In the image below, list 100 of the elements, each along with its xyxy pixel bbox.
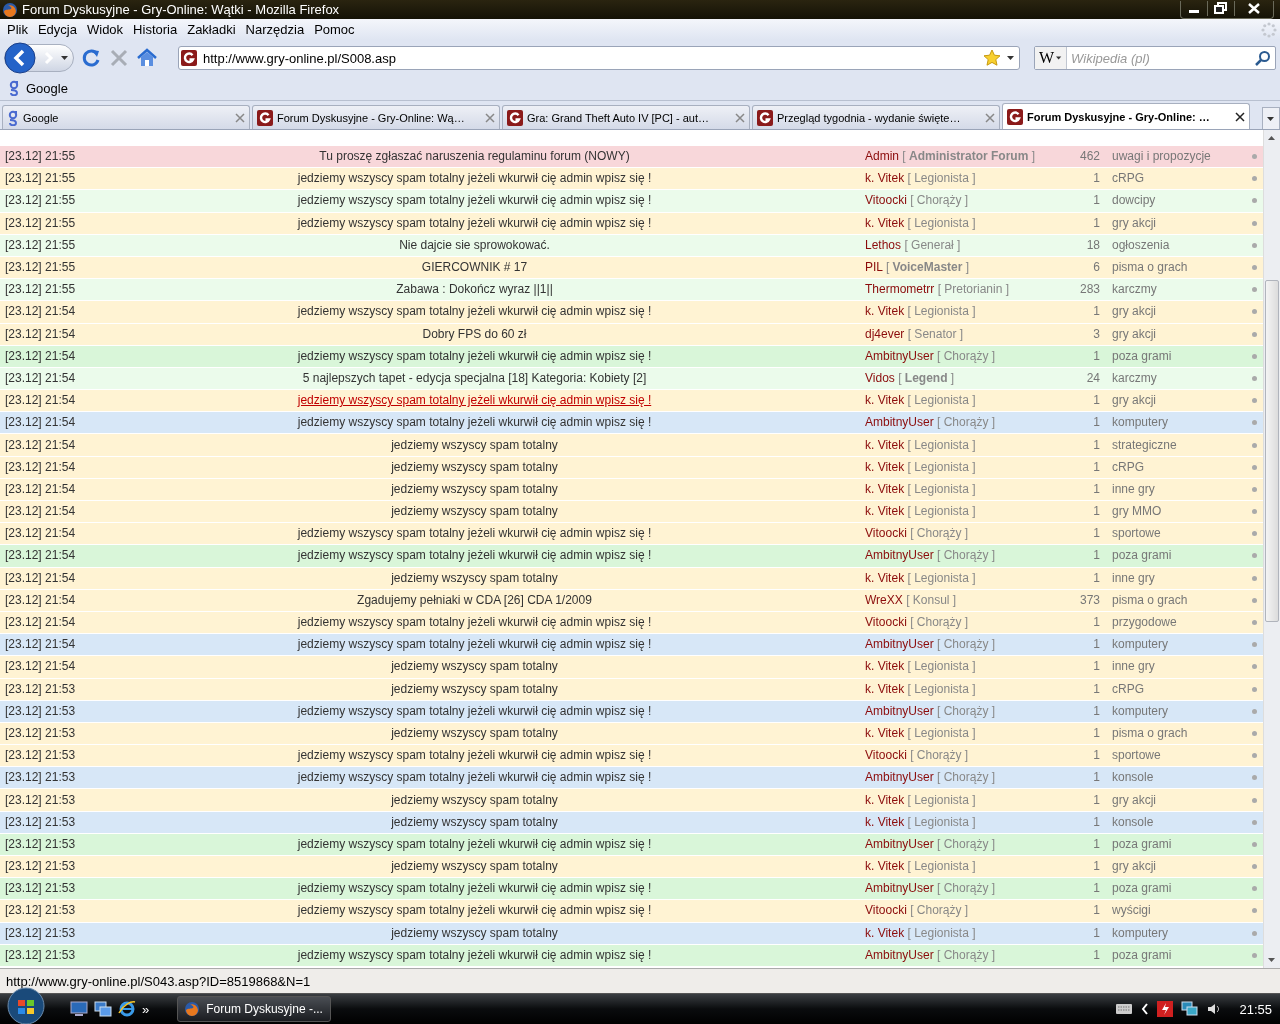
- thread-title-link[interactable]: jedziemy wszyscy spam totalny jeżeli wkurwił cię admin wpisz się !: [297, 392, 652, 410]
- thread-row[interactable]: [23.12] 21:54 jedziemy wszyscy spam totalny k. Vitek [ Legionista ] 1 inne gry: [0, 567, 1263, 589]
- forum-category[interactable]: karczmy: [1100, 369, 1245, 387]
- thread-row[interactable]: [23.12] 21:53 jedziemy wszyscy spam totalny jeżeli wkurwił cię admin wpisz się ! AmbitnyUser [ Chorąży ] 1 konsole: [0, 767, 1263, 789]
- forum-category[interactable]: gry akcji: [1100, 392, 1245, 410]
- forum-category[interactable]: poza grami: [1100, 835, 1245, 853]
- forum-category[interactable]: wyścigi: [1100, 902, 1245, 920]
- tab-list-button[interactable]: [1262, 107, 1280, 129]
- forum-category[interactable]: komputery: [1100, 414, 1245, 432]
- author-link[interactable]: WreXX: [865, 592, 903, 607]
- forum-category[interactable]: komputery: [1100, 702, 1245, 720]
- author-link[interactable]: Admin: [865, 149, 899, 164]
- forum-category[interactable]: gry akcji: [1100, 791, 1245, 809]
- thread-row[interactable]: [23.12] 21:55 GIERCOWNIK # 17 PIL [ VoiceMaster ] 6 pisma o grach: [0, 256, 1263, 279]
- author-link[interactable]: k. Vitek: [865, 925, 905, 940]
- author-link[interactable]: k. Vitek: [865, 504, 905, 519]
- thread-title-link[interactable]: jedziemy wszyscy spam totalny: [391, 436, 558, 454]
- thread-title-link[interactable]: Nie dajcie sie sprowokować.: [399, 236, 550, 254]
- thread-row[interactable]: [23.12] 21:54 5 najlepszych tapet - edycja specjalna [18] Kategoria: Kobiety [2] Vidos [ Legend ] 24 karczmy: [0, 367, 1263, 390]
- thread-title-link[interactable]: jedziemy wszyscy spam totalny: [391, 924, 558, 942]
- thread-title-link[interactable]: jedziemy wszyscy spam totalny jeżeli wkurwił cię admin wpisz się !: [297, 702, 652, 720]
- author-link[interactable]: k. Vitek: [865, 792, 905, 807]
- author-link[interactable]: k. Vitek: [865, 481, 905, 496]
- thread-row[interactable]: [23.12] 21:54 jedziemy wszyscy spam totalny k. Vitek [ Legionista ] 1 gry MMO: [0, 501, 1263, 523]
- menu-item[interactable]: Edycja: [32, 20, 82, 39]
- thread-row[interactable]: [23.12] 21:53 jedziemy wszyscy spam totalny jeżeli wkurwił cię admin wpisz się ! AmbitnyUser [ Chorąży ] 1 poza grami: [0, 878, 1263, 900]
- close-icon[interactable]: [1235, 111, 1245, 122]
- more-button[interactable]: »: [142, 1001, 150, 1017]
- menu-item[interactable]: Historia: [128, 20, 183, 39]
- author-link[interactable]: k. Vitek: [865, 570, 905, 585]
- home-icon[interactable]: [136, 47, 158, 69]
- thread-title-link[interactable]: jedziemy wszyscy spam totalny jeżeli wkurwił cię admin wpisz się !: [297, 192, 652, 210]
- author-link[interactable]: Vitoocki: [865, 748, 907, 763]
- forum-category[interactable]: cRPG: [1100, 680, 1245, 698]
- thread-title-link[interactable]: jedziemy wszyscy spam totalny jeżeli wkurwił cię admin wpisz się !: [297, 946, 652, 964]
- thread-row[interactable]: [23.12] 21:54 jedziemy wszyscy spam totalny jeżeli wkurwił cię admin wpisz się ! AmbitnyUser [ Chorąży ] 1 komputery: [0, 634, 1263, 656]
- thread-row[interactable]: [23.12] 21:55 jedziemy wszyscy spam totalny jeżeli wkurwił cię admin wpisz się ! k. Vitek [ Legionista ] 1 gry akcji: [0, 212, 1263, 234]
- dropdown-icon[interactable]: [1267, 114, 1275, 123]
- author-link[interactable]: PIL: [865, 260, 883, 275]
- forum-category[interactable]: dowcipy: [1100, 192, 1245, 210]
- author-link[interactable]: Lethos: [865, 237, 902, 252]
- thread-row[interactable]: [23.12] 21:54 jedziemy wszyscy spam totalny jeżeli wkurwił cię admin wpisz się ! k. Vitek [ Legionista ] 1 gry akcji: [0, 301, 1263, 323]
- thread-title-link[interactable]: jedziemy wszyscy spam totalny jeżeli wkurwił cię admin wpisz się !: [297, 214, 652, 232]
- forum-category[interactable]: strategiczne: [1100, 436, 1245, 454]
- author-link[interactable]: AmbitnyUser: [865, 637, 934, 652]
- forum-category[interactable]: cRPG: [1100, 458, 1245, 476]
- taskbar-window-button[interactable]: Forum Dyskusyjne -...: [177, 996, 332, 1022]
- thread-row[interactable]: [23.12] 21:55 Tu proszę zgłaszać naruszenia regulaminu forum (NOWY) Admin [ Administrator Forum ] 462 uwagi i propozycje: [0, 146, 1263, 168]
- forum-category[interactable]: sportowe: [1100, 747, 1245, 765]
- thread-title-link[interactable]: jedziemy wszyscy spam totalny jeżeli wkurwił cię admin wpisz się !: [297, 902, 652, 920]
- author-link[interactable]: k. Vitek: [865, 659, 905, 674]
- browser-tab[interactable]: Gra: Grand Theft Auto IV [PC] - aut…: [502, 105, 750, 129]
- author-link[interactable]: AmbitnyUser: [865, 348, 934, 363]
- thread-title-link[interactable]: jedziemy wszyscy spam totalny jeżeli wkurwił cię admin wpisz się !: [297, 347, 652, 365]
- forum-category[interactable]: poza grami: [1100, 946, 1245, 964]
- thread-row[interactable]: [23.12] 21:54 jedziemy wszyscy spam totalny jeżeli wkurwił cię admin wpisz się ! Vitoocki [ Chorąży ] 1 przygodowe: [0, 611, 1263, 634]
- thread-title-link[interactable]: jedziemy wszyscy spam totalny: [391, 858, 558, 876]
- forum-category[interactable]: inne gry: [1100, 658, 1245, 676]
- thread-row[interactable]: [23.12] 21:53 jedziemy wszyscy spam totalny jeżeli wkurwił cię admin wpisz się ! AmbitnyUser [ Chorąży ] 1 poza grami: [0, 944, 1263, 966]
- thread-row[interactable]: [23.12] 21:53 jedziemy wszyscy spam totalny jeżeli wkurwił cię admin wpisz się ! Vitoocki [ Chorąży ] 1 sportowe: [0, 745, 1263, 767]
- thread-row[interactable]: [23.12] 21:53 jedziemy wszyscy spam totalny jeżeli wkurwił cię admin wpisz się ! AmbitnyUser [ Chorąży ] 1 poza grami: [0, 833, 1263, 855]
- internet-explorer-icon[interactable]: [118, 1000, 136, 1018]
- forum-category[interactable]: inne gry: [1100, 569, 1245, 587]
- thread-title-link[interactable]: jedziemy wszyscy spam totalny: [391, 480, 558, 498]
- forum-category[interactable]: pisma o grach: [1100, 591, 1245, 609]
- thread-row[interactable]: [23.12] 21:54 Zgadujemy pełniaki w CDA [26] CDA 1/2009 WreXX [ Konsul ] 373 pisma o grach: [0, 589, 1263, 611]
- forum-category[interactable]: konsole: [1100, 813, 1245, 831]
- tray-app-icon[interactable]: [1157, 1001, 1174, 1017]
- thread-title-link[interactable]: jedziemy wszyscy spam totalny jeżeli wkurwił cię admin wpisz się !: [297, 614, 652, 632]
- thread-row[interactable]: [23.12] 21:53 jedziemy wszyscy spam totalny k. Vitek [ Legionista ] 1 konsole: [0, 811, 1263, 833]
- thread-row[interactable]: [23.12] 21:53 jedziemy wszyscy spam totalny jeżeli wkurwił cię admin wpisz się ! Vitoocki [ Chorąży ] 1 wyścigi: [0, 900, 1263, 922]
- thread-row[interactable]: [23.12] 21:54 jedziemy wszyscy spam totalny jeżeli wkurwił cię admin wpisz się ! AmbitnyUser [ Chorąży ] 1 poza grami: [0, 545, 1263, 567]
- thread-row[interactable]: [23.12] 21:53 jedziemy wszyscy spam totalny k. Vitek [ Legionista ] 1 gry akcji: [0, 789, 1263, 811]
- search-field[interactable]: Wikipedia (pl): [1067, 49, 1255, 67]
- thread-title-link[interactable]: GIERCOWNIK # 17: [421, 259, 528, 277]
- chevron-left-icon[interactable]: [1141, 1003, 1150, 1015]
- author-link[interactable]: AmbitnyUser: [865, 548, 934, 563]
- forum-category[interactable]: inne gry: [1100, 480, 1245, 498]
- browser-tab[interactable]: Forum Dyskusyjne - Gry-Online: …: [1002, 103, 1250, 129]
- thread-title-link[interactable]: jedziemy wszyscy spam totalny jeżeli wkurwił cię admin wpisz się !: [297, 525, 652, 543]
- thread-title-link[interactable]: 5 najlepszych tapet - edycja specjalna [18] Kategoria: Kobiety [2]: [302, 369, 647, 387]
- thread-title-link[interactable]: jedziemy wszyscy spam totalny jeżeli wkurwił cię admin wpisz się !: [297, 835, 652, 853]
- scrollbar[interactable]: [1263, 130, 1280, 968]
- network-icon[interactable]: [1181, 1001, 1200, 1017]
- forum-category[interactable]: gry MMO: [1100, 503, 1245, 521]
- menu-item[interactable]: Widok: [82, 20, 129, 39]
- forum-category[interactable]: konsole: [1100, 769, 1245, 787]
- thread-row[interactable]: [23.12] 21:53 jedziemy wszyscy spam totalny k. Vitek [ Legionista ] 1 pisma o grach: [0, 722, 1263, 745]
- thread-row[interactable]: [23.12] 21:54 jedziemy wszyscy spam totalny k. Vitek [ Legionista ] 1 strategiczne: [0, 434, 1263, 456]
- dropdown-icon[interactable]: [1056, 55, 1063, 61]
- thread-title-link[interactable]: jedziemy wszyscy spam totalny jeżeli wkurwił cię admin wpisz się !: [297, 170, 652, 188]
- author-link[interactable]: k. Vitek: [865, 304, 905, 319]
- thread-row[interactable]: [23.12] 21:55 jedziemy wszyscy spam totalny jeżeli wkurwił cię admin wpisz się ! k. Vitek [ Legionista ] 1 cRPG: [0, 168, 1263, 190]
- author-link[interactable]: AmbitnyUser: [865, 703, 934, 718]
- scroll-down-icon[interactable]: [1268, 956, 1276, 964]
- author-link[interactable]: Vitoocki: [865, 193, 907, 208]
- thread-title-link[interactable]: jedziemy wszyscy spam totalny jeżeli wkurwił cię admin wpisz się !: [297, 303, 652, 321]
- browser-tab[interactable]: Forum Dyskusyjne - Gry-Online: Wą…: [252, 105, 500, 129]
- author-link[interactable]: Vitoocki: [865, 615, 907, 630]
- thread-row[interactable]: [23.12] 21:55 Nie dajcie sie sprowokować. Lethos [ Generał ] 18 ogłoszenia: [0, 234, 1263, 256]
